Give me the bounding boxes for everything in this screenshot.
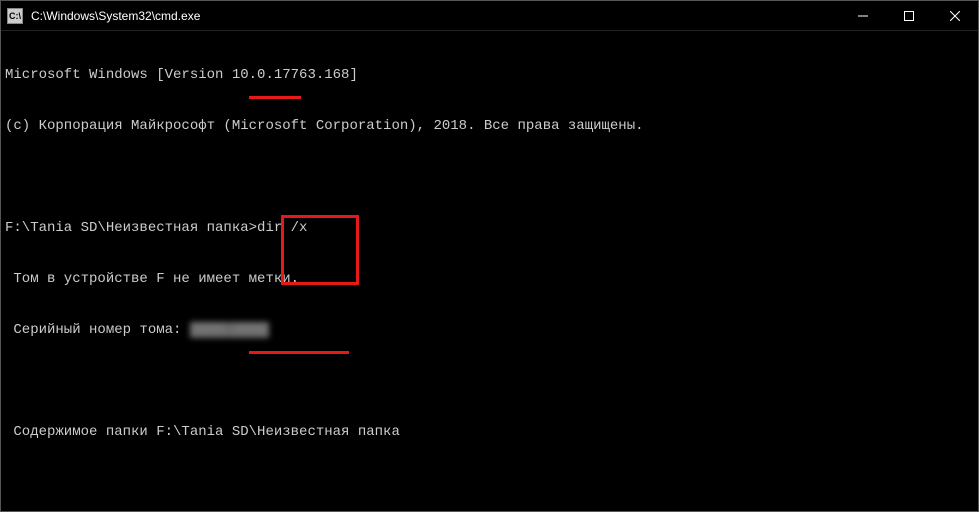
- blank-line: [5, 169, 974, 186]
- minimize-icon: [858, 11, 868, 21]
- serial-value: XXXX-XXXX: [190, 322, 270, 338]
- content-header: Содержимое папки F:\Tania SD\Неизвестная…: [5, 424, 974, 441]
- highlight-del-cmd: [249, 337, 349, 354]
- cmd-window: C:\ C:\Windows\System32\cmd.exe Microsof…: [0, 0, 979, 512]
- maximize-button[interactable]: [886, 1, 932, 30]
- console-output[interactable]: Microsoft Windows [Version 10.0.17763.16…: [1, 31, 978, 511]
- version-line: Microsoft Windows [Version 10.0.17763.16…: [5, 67, 974, 84]
- minimize-button[interactable]: [840, 1, 886, 30]
- cmd-icon: C:\: [7, 8, 23, 24]
- copyright-line: (с) Корпорация Майкрософт (Microsoft Cor…: [5, 118, 974, 135]
- serial-prefix: Серийный номер тома:: [5, 322, 190, 338]
- highlight-dir-x: [249, 82, 301, 99]
- close-button[interactable]: [932, 1, 978, 30]
- prompt-path: F:\Tania SD\Неизвестная папка>: [5, 220, 257, 236]
- maximize-icon: [904, 11, 914, 21]
- titlebar[interactable]: C:\ C:\Windows\System32\cmd.exe: [1, 1, 978, 31]
- close-icon: [950, 11, 960, 21]
- window-title: C:\Windows\System32\cmd.exe: [29, 9, 840, 23]
- window-controls: [840, 1, 978, 30]
- prompt-line-1: F:\Tania SD\Неизвестная папка>dir /x: [5, 220, 974, 237]
- prompt-command: dir /x: [257, 220, 307, 236]
- blank-line: [5, 373, 974, 390]
- blank-line: [5, 475, 974, 492]
- serial-line: Серийный номер тома: XXXX-XXXX: [5, 322, 974, 339]
- volume-line: Том в устройстве F не имеет метки.: [5, 271, 974, 288]
